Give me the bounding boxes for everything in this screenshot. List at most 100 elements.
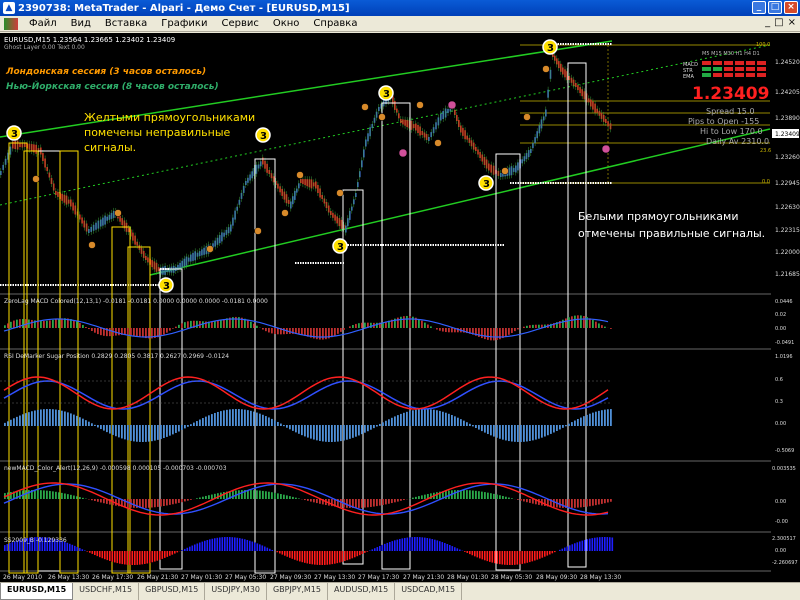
menu-file[interactable]: Файл — [22, 18, 64, 29]
newmacd-bar — [571, 499, 573, 508]
ss2009-bar — [509, 551, 511, 565]
demarker-bar — [568, 423, 570, 426]
ss2009-bar — [81, 549, 84, 551]
tab-gbpjpy[interactable]: GBPJPY,M15 — [267, 583, 328, 600]
demarker-bar — [385, 420, 387, 426]
minimize-button[interactable]: _ — [752, 1, 766, 14]
macd-bar — [94, 328, 96, 333]
demarker-bar — [292, 425, 294, 431]
demarker-bar — [478, 425, 480, 430]
newmacd-bar — [604, 499, 606, 504]
macd-bar — [283, 328, 285, 335]
tab-usdcad[interactable]: USDCAD,M15 — [395, 583, 463, 600]
ss2009-bar — [139, 551, 141, 565]
ss2009-bar — [336, 551, 339, 564]
demarker-bar — [232, 409, 234, 426]
info-timeframes: M5 M15 M30 H1 H4 D1 — [702, 51, 760, 57]
fib-0-label: 0.0 — [762, 179, 770, 185]
tab-usdchf[interactable]: USDCHF,M15 — [73, 583, 140, 600]
demarker-bar — [547, 425, 549, 436]
newmacd-bar — [259, 490, 261, 499]
ss2009-bar — [589, 538, 591, 551]
macd-bar — [424, 322, 426, 328]
newmacd-bar — [505, 496, 507, 499]
indicator-labels: ZeroLag MACD Colored(12,13,1) -0.0181 -0… — [4, 298, 798, 566]
macd-bar — [7, 323, 9, 328]
child-close-button[interactable]: × — [788, 17, 796, 28]
child-restore-button[interactable]: □ — [774, 17, 783, 28]
newmacd-bar — [481, 491, 483, 499]
fractal-marker — [501, 167, 509, 175]
close-button[interactable]: × — [784, 1, 798, 14]
yellow-note-line2: помечены неправильные — [84, 126, 231, 139]
macd-bar — [247, 320, 249, 328]
macd-bar — [58, 318, 60, 328]
newmacd-bar — [424, 494, 426, 499]
demarker-bar — [553, 425, 555, 433]
demarker-bar — [46, 409, 48, 426]
demarker-bar — [178, 425, 180, 432]
time-tick: 27 May 05:30 — [225, 574, 266, 581]
newmacd-bar — [103, 499, 105, 504]
time-tick: 28 May 09:30 — [536, 574, 577, 581]
macd-bar — [76, 321, 78, 328]
trend-cell — [713, 61, 722, 65]
tab-gbpusd[interactable]: GBPUSD,M15 — [139, 583, 206, 600]
macd-bar — [91, 328, 93, 331]
demarker-bar — [214, 412, 216, 426]
macd-bar — [97, 328, 99, 335]
ss2009-bar — [349, 551, 351, 560]
macd-bar — [13, 320, 15, 328]
demarker-bar — [130, 425, 132, 441]
indicator-axis: 0.3 — [775, 399, 783, 405]
newmacd-bar — [412, 497, 414, 499]
newmacd-bar — [388, 499, 390, 504]
price-tick: 1.22315 — [775, 227, 800, 234]
ss2009-bar — [281, 551, 284, 555]
macd-bar — [481, 328, 483, 339]
newmacd-bar — [469, 490, 471, 499]
demarker-bar — [520, 425, 522, 442]
tab-eurusd[interactable]: EURUSD,M15 — [0, 583, 74, 600]
demarker-bar — [202, 418, 204, 426]
demarker-bar — [22, 414, 24, 426]
demarker-bar — [337, 425, 339, 442]
maximize-button[interactable]: □ — [768, 1, 782, 14]
child-minimize-button[interactable]: _ — [765, 17, 770, 28]
newmacd-bar — [28, 490, 30, 499]
ss2009-bar — [229, 537, 231, 551]
macd-bar — [316, 328, 318, 340]
ss2009-bar — [6, 544, 9, 551]
trend-cell — [746, 73, 755, 77]
ss2009-bar — [494, 551, 496, 564]
demarker-bar — [91, 423, 93, 426]
menu-view[interactable]: Вид — [64, 18, 98, 29]
demarker-bar — [295, 425, 297, 433]
menu-help[interactable]: Справка — [306, 18, 364, 29]
london-session-label: Лондонская сессия (3 часов осталось) — [5, 67, 206, 77]
newmacd-bar — [367, 499, 369, 508]
menu-charts[interactable]: Графики — [154, 18, 214, 29]
menu-tools[interactable]: Сервис — [214, 18, 265, 29]
chart-area[interactable]: 3 3 3 3 3 3 3 EURUSD,M15 1.23564 1.23665 1.234… — [0, 33, 800, 582]
demarker-bar — [469, 423, 471, 426]
newmacd-bar — [82, 497, 84, 499]
macd-bar — [262, 328, 264, 330]
ss2009-bar — [99, 551, 101, 558]
newmacd-bar — [502, 495, 504, 499]
price-chart-canvas[interactable]: 3 3 3 3 3 3 3 EURUSD,M15 1.23564 1.23665 1.234… — [0, 33, 800, 582]
demarker-bar — [199, 419, 201, 426]
demarker-bar — [418, 409, 420, 426]
newmacd-bar — [529, 499, 531, 503]
macd-bar — [109, 328, 111, 337]
macd-bar — [82, 324, 84, 328]
menu-insert[interactable]: Вставка — [98, 18, 154, 29]
demarker-bar — [559, 425, 561, 430]
ss2009-bar — [546, 551, 549, 556]
tab-audusd[interactable]: AUDUSD,M15 — [328, 583, 396, 600]
newmacd-bar — [184, 499, 186, 502]
tab-usdjpy[interactable]: USDJPY,M30 — [205, 583, 267, 600]
demarker-bar — [328, 425, 330, 442]
rsi-red-line — [3, 376, 609, 410]
menu-window[interactable]: Окно — [266, 18, 307, 29]
